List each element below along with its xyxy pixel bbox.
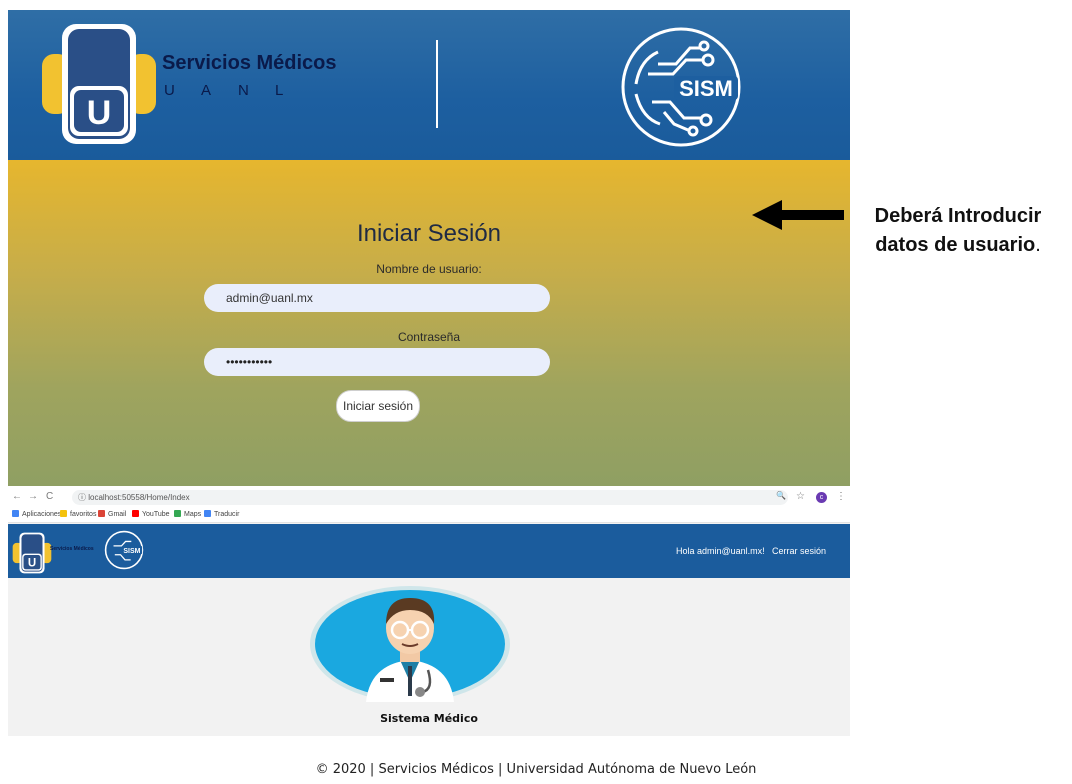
mini-sism-text: SISM [123,548,140,555]
bookmark-label: Traducir [214,511,240,518]
app-navbar: U Servicios Médicos SISM Hola admin@uanl… [8,524,850,578]
url-bar: ← → C ⓘ localhost:50558/Home/Index 🔍 ☆ c… [8,488,850,508]
login-form-area: Iniciar Sesión Nombre de usuario: admin@… [8,160,850,486]
bookmark-maps[interactable]: Maps [174,510,201,518]
login-header: U Servicios Médicos U A N L SISM [8,10,850,160]
bookmark-label: YouTube [142,511,170,518]
brand-title: Servicios Médicos [162,52,337,74]
mini-logo-letter: U [28,558,36,570]
footer-text: © 2020 | Servicios Médicos | Universidad… [315,762,757,777]
bookmarks-bar: Aplicaciones favoritos Gmail YouTube Map… [8,508,850,523]
doctor-avatar-icon [310,586,510,702]
sism-logo-icon: SISM [621,27,741,147]
annotation-line-2: datos de usuario. [845,231,1071,260]
brand-letter-a: A [201,82,212,99]
annotation-line-1: Deberá Introducir [874,205,1042,227]
forward-icon[interactable]: → [28,491,38,502]
brand-letter-n: N [238,82,249,99]
star-icon[interactable]: ☆ [796,491,805,502]
annotation-period: . [1035,234,1041,256]
bookmark-label: Aplicaciones [22,511,62,518]
browser-screenshot: ← → C ⓘ localhost:50558/Home/Index 🔍 ☆ c… [8,488,850,736]
logo-letter: U [87,94,112,132]
login-screenshot: U Servicios Médicos U A N L SISM Iniciar [8,10,850,486]
arrow-left-icon [752,200,844,230]
reload-icon[interactable]: C [46,491,53,502]
password-label: Contraseña [397,330,461,344]
bookmark-youtube[interactable]: YouTube [132,510,170,518]
bookmark-aplicaciones[interactable]: Aplicaciones [12,510,61,518]
greeting-link[interactable]: Hola admin@uanl.mx! [676,546,765,556]
mini-brand-title: Servicios Médicos [50,546,94,552]
folder-icon [60,510,67,517]
menu-icon[interactable]: ⋮ [836,491,846,502]
apps-grid-icon [12,510,19,517]
logout-link[interactable]: Cerrar sesión [772,546,826,556]
info-icon: ⓘ [78,493,86,502]
sism-text: SISM [679,76,733,101]
bookmark-traducir[interactable]: Traducir [204,510,239,518]
brand-letter-l: L [275,82,284,99]
password-input[interactable]: ••••••••••• [204,348,550,376]
bookmark-gmail[interactable]: Gmail [98,510,126,518]
login-title: Iniciar Sesión [356,220,502,247]
login-button[interactable]: Iniciar sesión [336,390,420,422]
gmail-icon [98,510,105,517]
bookmark-favoritos[interactable]: favoritos [60,510,96,518]
translate-icon [204,510,211,517]
username-input[interactable]: admin@uanl.mx [204,284,550,312]
sism-logo-icon: SISM [104,530,144,570]
address-field[interactable]: ⓘ localhost:50558/Home/Index [72,490,788,505]
username-label: Nombre de usuario: [376,262,482,276]
bookmark-label: Maps [184,511,202,518]
maps-pin-icon [174,510,181,517]
home-content: Sistema Médico [8,578,850,736]
brand-letter-u: U [164,82,175,99]
annotation-text: Deberá Introducir datos de usuario. [845,202,1071,260]
annotation-line-2-text: datos de usuario [875,234,1036,256]
brand-letters: U A N L [164,82,312,99]
uanl-logo-icon[interactable]: U [12,532,52,574]
avatar-initial: c [819,494,824,501]
avatar[interactable]: c [816,492,827,503]
home-title: Sistema Médico [380,712,478,725]
bookmark-label: Gmail [108,511,127,518]
address-text: localhost:50558/Home/Index [88,493,190,502]
bookmark-label: favoritos [70,511,97,518]
back-icon[interactable]: ← [12,491,22,502]
youtube-icon [132,510,139,517]
zoom-icon[interactable]: 🔍 [776,491,786,500]
uanl-logo-icon: U [42,24,156,144]
header-divider [436,40,438,128]
